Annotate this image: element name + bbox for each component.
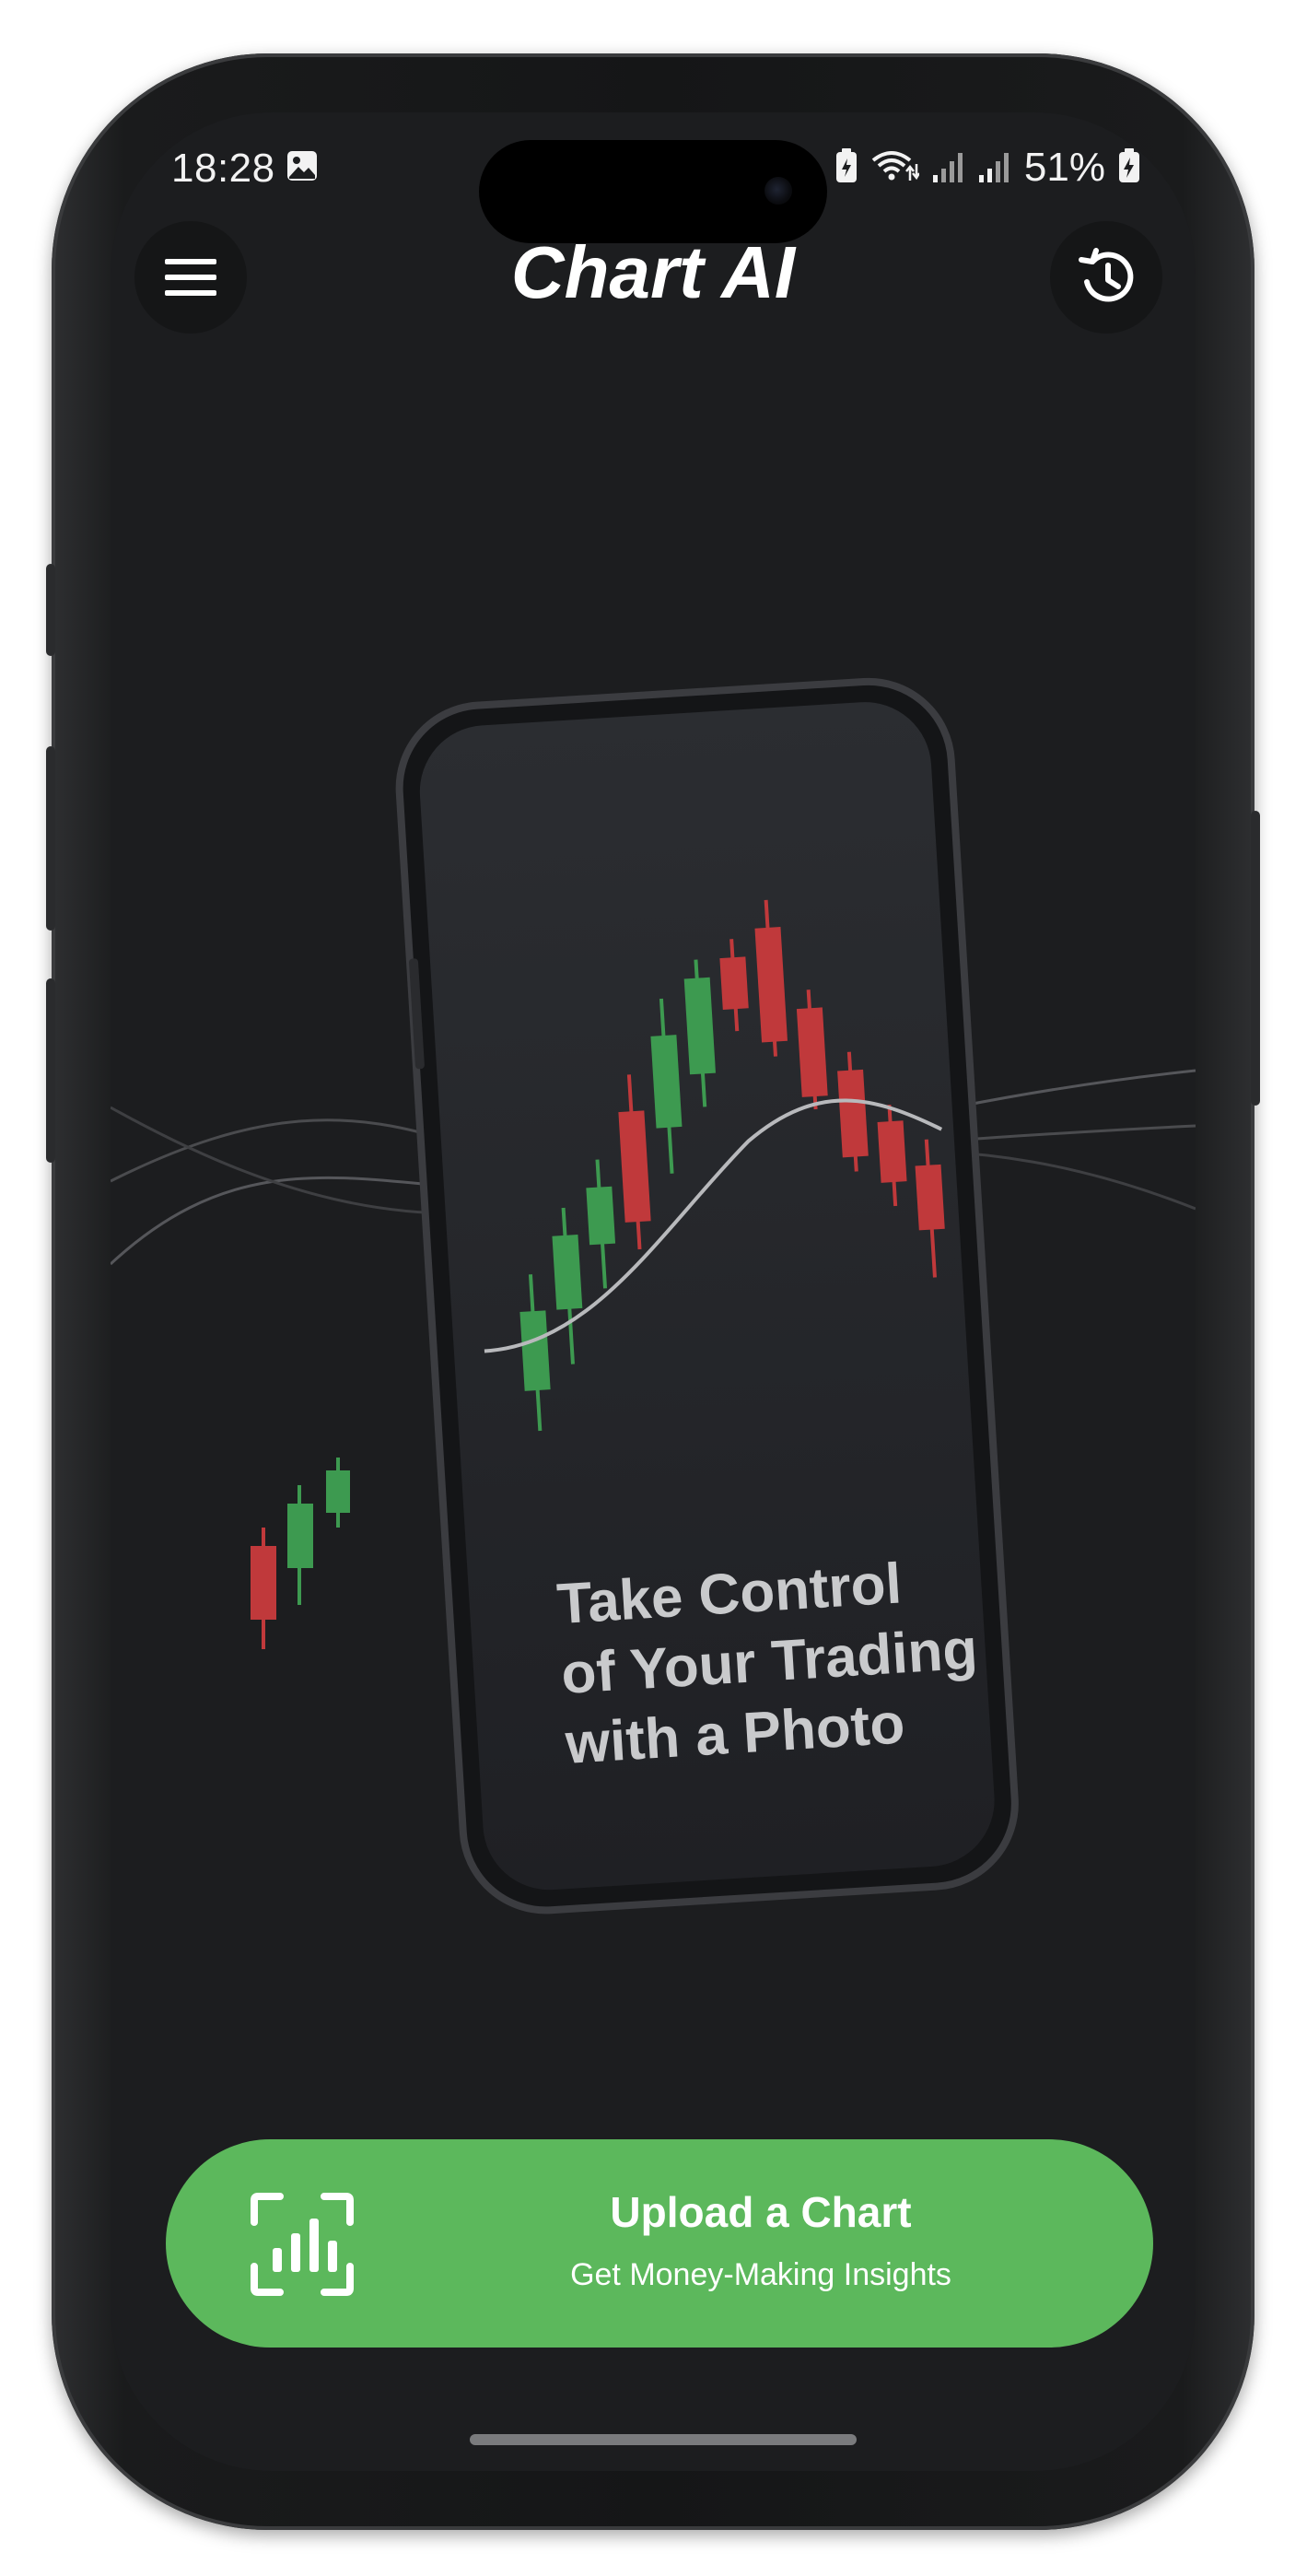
dynamic-island (479, 140, 827, 243)
gallery-icon (286, 149, 319, 182)
status-time: 18:28 (171, 146, 275, 191)
app-title: Chart AI (510, 231, 796, 313)
candlestick (326, 1458, 350, 1528)
home-indicator[interactable] (470, 2434, 857, 2445)
app-screen: 18:28 51% Chart AI Take Control of Your … (111, 112, 1196, 2471)
volume-down-button (46, 978, 55, 1163)
candlestick (251, 1528, 276, 1649)
phone-mockup: Take Control of Your Trading with a Phot… (395, 677, 1019, 1914)
signal-icon (978, 147, 1011, 189)
upload-title: Upload a Chart (610, 2188, 912, 2236)
upload-subtitle: Get Money-Making Insights (570, 2257, 951, 2292)
hero-illustration: Take Control of Your Trading with a Phot… (111, 677, 1196, 1914)
status-bar: 18:28 51% (111, 112, 1196, 243)
front-camera (764, 177, 792, 205)
chart-scan-icon (251, 2193, 354, 2296)
battery-percent: 51% (1023, 145, 1105, 190)
history-icon (1079, 248, 1134, 302)
upload-chart-button[interactable]: Upload a Chart Get Money-Making Insights (166, 2139, 1153, 2348)
power-button (1251, 811, 1260, 1106)
volume-up-button (46, 746, 55, 931)
battery-charging-icon (1118, 147, 1140, 189)
action-button (46, 564, 55, 656)
history-button[interactable] (1050, 221, 1162, 334)
wifi-icon (871, 147, 920, 189)
battery-saver-icon (834, 147, 858, 189)
candlestick (287, 1485, 313, 1605)
signal-icon (932, 147, 965, 189)
